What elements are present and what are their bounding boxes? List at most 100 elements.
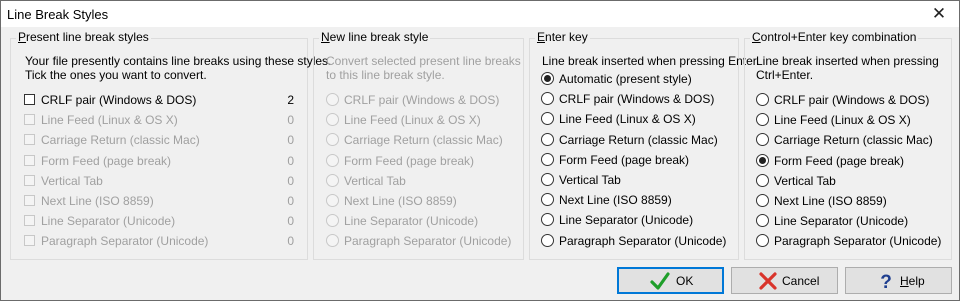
radio-button[interactable] xyxy=(756,194,769,207)
checkbox xyxy=(24,114,35,125)
option-label: Next Line (ISO 8859) xyxy=(344,194,457,208)
ctrl-enter-option-line-feed-linux-os-x[interactable]: Line Feed (Linux & OS X) xyxy=(756,112,946,128)
ctrl-enter-option-vertical-tab[interactable]: Vertical Tab xyxy=(756,173,946,189)
checkbox[interactable] xyxy=(24,94,35,105)
radio-button[interactable] xyxy=(756,93,769,106)
present-style-form-feed-page-break: Form Feed (page break) 0 xyxy=(23,153,296,169)
radio-button xyxy=(326,234,339,247)
option-label: Line Feed (Linux & OS X) xyxy=(559,112,696,126)
option-label: Line Feed (Linux & OS X) xyxy=(41,113,178,127)
option-label: Carriage Return (classic Mac) xyxy=(774,133,933,147)
radio-button[interactable] xyxy=(541,112,554,125)
help-label: Help xyxy=(900,274,925,288)
occurrence-count: 0 xyxy=(287,214,294,228)
option-label: Next Line (ISO 8859) xyxy=(774,194,887,208)
radio-button xyxy=(326,133,339,146)
enter-option-vertical-tab[interactable]: Vertical Tab xyxy=(541,172,736,188)
option-label: Line Separator (Unicode) xyxy=(344,214,479,228)
option-label: Carriage Return (classic Mac) xyxy=(41,133,200,147)
new-style-title: New line break style xyxy=(319,30,431,44)
present-style-line-feed-linux-os-x: Line Feed (Linux & OS X) 0 xyxy=(23,112,296,128)
radio-button[interactable] xyxy=(541,173,554,186)
radio-button[interactable] xyxy=(541,72,554,85)
option-label: Line Separator (Unicode) xyxy=(559,213,694,227)
radio-button[interactable] xyxy=(756,113,769,126)
option-label: CRLF pair (Windows & DOS) xyxy=(774,93,930,107)
occurrence-count: 0 xyxy=(287,133,294,147)
radio-button[interactable] xyxy=(541,133,554,146)
ctrl-enter-option-crlf-pair-windows-dos[interactable]: CRLF pair (Windows & DOS) xyxy=(756,92,946,108)
new-style-carriage-return-classic-mac: Carriage Return (classic Mac) xyxy=(326,132,516,148)
radio-button xyxy=(326,194,339,207)
occurrence-count: 0 xyxy=(287,113,294,127)
option-label: Automatic (present style) xyxy=(559,72,692,86)
present-style-crlf-pair-windows-dos[interactable]: CRLF pair (Windows & DOS) 2 xyxy=(23,92,296,108)
radio-button[interactable] xyxy=(541,92,554,105)
radio-button[interactable] xyxy=(541,213,554,226)
occurrence-count: 0 xyxy=(287,174,294,188)
option-label: Form Feed (page break) xyxy=(344,154,475,168)
option-label: Form Feed (page break) xyxy=(559,153,690,167)
line-break-styles-dialog: Line Break Styles ✕ Present line break s… xyxy=(0,0,960,301)
enter-key-description: Line break inserted when pressing Enter. xyxy=(542,54,760,68)
new-style-next-line-iso-8859: Next Line (ISO 8859) xyxy=(326,193,516,209)
radio-button[interactable] xyxy=(541,234,554,247)
radio-button[interactable] xyxy=(756,174,769,187)
radio-button[interactable] xyxy=(756,154,769,167)
ctrl-enter-option-line-separator-unicode[interactable]: Line Separator (Unicode) xyxy=(756,213,946,229)
dialog-title: Line Break Styles xyxy=(7,7,109,22)
option-label: Line Separator (Unicode) xyxy=(774,214,909,228)
enter-option-line-separator-unicode[interactable]: Line Separator (Unicode) xyxy=(541,212,736,228)
enter-option-crlf-pair-windows-dos[interactable]: CRLF pair (Windows & DOS) xyxy=(541,91,736,107)
option-label: CRLF pair (Windows & DOS) xyxy=(559,92,715,106)
enter-option-next-line-iso-8859[interactable]: Next Line (ISO 8859) xyxy=(541,192,736,208)
ctrl-enter-option-paragraph-separator-unicode[interactable]: Paragraph Separator (Unicode) xyxy=(756,233,946,249)
present-styles-description: Your file presently contains line breaks… xyxy=(25,54,332,82)
checkbox xyxy=(24,215,35,226)
radio-button[interactable] xyxy=(756,234,769,247)
occurrence-count: 0 xyxy=(287,194,294,208)
option-label: Carriage Return (classic Mac) xyxy=(344,133,503,147)
option-label: Line Separator (Unicode) xyxy=(41,214,176,228)
cancel-label: Cancel xyxy=(782,274,820,288)
checkbox xyxy=(24,175,35,186)
ctrl-enter-option-next-line-iso-8859[interactable]: Next Line (ISO 8859) xyxy=(756,193,946,209)
present-style-paragraph-separator-unicode: Paragraph Separator (Unicode) 0 xyxy=(23,233,296,249)
x-icon xyxy=(759,272,777,290)
radio-button[interactable] xyxy=(541,153,554,166)
title-bar: Line Break Styles ✕ xyxy=(1,1,959,27)
ctrl-enter-option-carriage-return-classic-mac[interactable]: Carriage Return (classic Mac) xyxy=(756,132,946,148)
radio-button[interactable] xyxy=(756,133,769,146)
ok-button[interactable]: OK xyxy=(617,267,724,294)
radio-button xyxy=(326,174,339,187)
option-label: Line Feed (Linux & OS X) xyxy=(774,113,911,127)
new-style-vertical-tab: Vertical Tab xyxy=(326,173,516,189)
enter-option-carriage-return-classic-mac[interactable]: Carriage Return (classic Mac) xyxy=(541,132,736,148)
present-style-carriage-return-classic-mac: Carriage Return (classic Mac) 0 xyxy=(23,132,296,148)
radio-button[interactable] xyxy=(541,193,554,206)
enter-option-line-feed-linux-os-x[interactable]: Line Feed (Linux & OS X) xyxy=(541,111,736,127)
close-icon[interactable]: ✕ xyxy=(919,1,959,27)
checkmark-icon xyxy=(650,272,670,290)
ctrl-enter-option-form-feed-page-break[interactable]: Form Feed (page break) xyxy=(756,153,946,169)
present-style-next-line-iso-8859: Next Line (ISO 8859) 0 xyxy=(23,193,296,209)
cancel-button[interactable]: Cancel xyxy=(731,267,838,294)
occurrence-count: 0 xyxy=(287,234,294,248)
radio-button[interactable] xyxy=(756,214,769,227)
option-label: Vertical Tab xyxy=(774,174,836,188)
option-label: Line Feed (Linux & OS X) xyxy=(344,113,481,127)
present-style-line-separator-unicode: Line Separator (Unicode) 0 xyxy=(23,213,296,229)
enter-option-form-feed-page-break[interactable]: Form Feed (page break) xyxy=(541,152,736,168)
new-style-description: Convert selected present line breaks to … xyxy=(326,54,521,82)
option-label: Vertical Tab xyxy=(41,174,103,188)
enter-option-automatic-present-style[interactable]: Automatic (present style) xyxy=(541,71,736,87)
present-styles-title: Present line break styles xyxy=(16,30,151,44)
svg-text:?: ? xyxy=(880,272,892,291)
enter-option-paragraph-separator-unicode[interactable]: Paragraph Separator (Unicode) xyxy=(541,233,736,249)
radio-button xyxy=(326,113,339,126)
new-style-crlf-pair-windows-dos: CRLF pair (Windows & DOS) xyxy=(326,92,516,108)
checkbox xyxy=(24,134,35,145)
option-label: Form Feed (page break) xyxy=(41,154,172,168)
new-style-paragraph-separator-unicode: Paragraph Separator (Unicode) xyxy=(326,233,516,249)
help-button[interactable]: ? Help xyxy=(845,267,952,294)
